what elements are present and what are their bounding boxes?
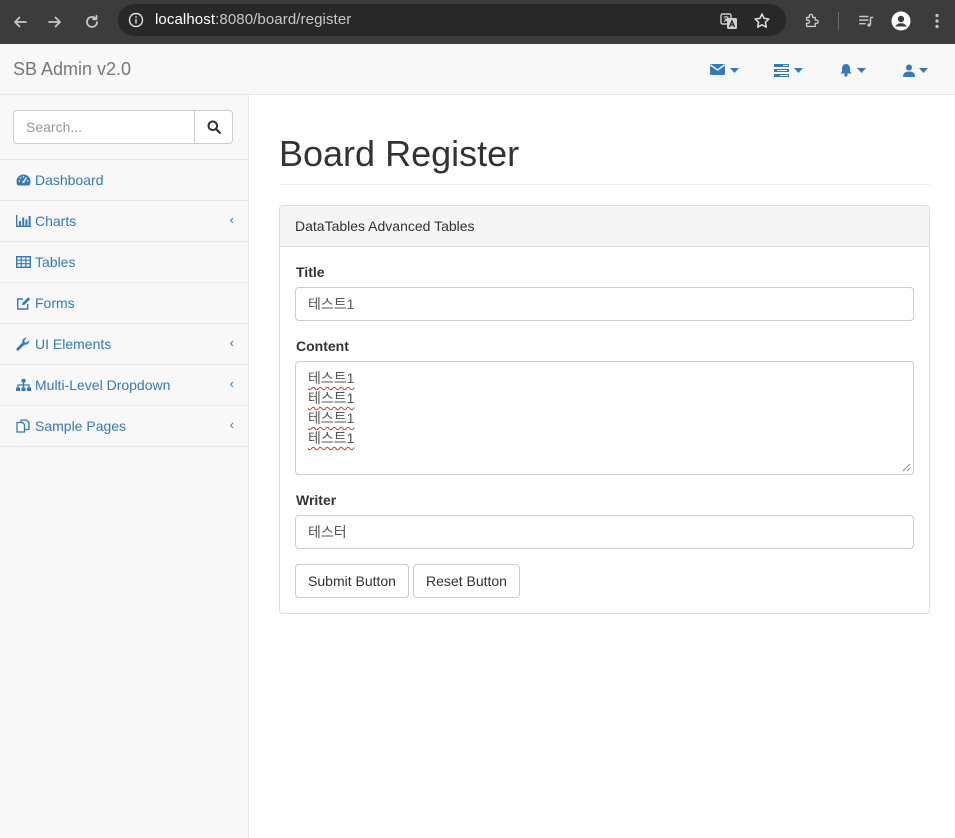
chevron-left-icon: ‹	[229, 376, 234, 391]
content-line: 테스트1	[308, 390, 355, 406]
brand-title[interactable]: SB Admin v2.0	[13, 59, 131, 80]
alerts-dropdown[interactable]	[839, 62, 866, 78]
profile-icon[interactable]	[891, 11, 911, 31]
submit-button[interactable]: Submit Button	[295, 564, 409, 598]
chevron-left-icon: ‹	[229, 335, 234, 350]
content-line: 테스트1	[308, 370, 355, 386]
files-icon	[15, 419, 31, 433]
sidebar-item-label: Charts	[35, 213, 77, 229]
browser-toolbar: localhost:8080/board/register	[0, 0, 955, 44]
register-panel: DataTables Advanced Tables Title 테스트1 Co…	[279, 205, 930, 614]
forward-icon[interactable]	[42, 9, 68, 35]
table-icon	[15, 255, 31, 269]
sidebar-search	[13, 110, 233, 144]
reload-icon[interactable]	[79, 9, 105, 35]
sidebar-item-label: Forms	[35, 295, 75, 311]
title-input-value: 테스트1	[308, 296, 355, 312]
more-menu-icon[interactable]	[927, 11, 947, 31]
title-input[interactable]: 테스트1	[295, 287, 914, 321]
page-title: Board Register	[279, 133, 520, 174]
chevron-left-icon: ‹	[229, 212, 234, 227]
site-info-icon[interactable]	[128, 12, 144, 28]
toolbar-divider	[838, 12, 839, 30]
sidebar-item-label: Multi-Level Dropdown	[35, 377, 171, 393]
content-textarea[interactable]: 테스트1 테스트1 테스트1 테스트1	[295, 361, 914, 475]
sidebar-item-multi-level-dropdown[interactable]: Multi-Level Dropdown ‹	[0, 365, 248, 406]
reset-button[interactable]: Reset Button	[413, 564, 520, 598]
writer-input-value: 테스터	[308, 524, 347, 540]
search-input[interactable]	[13, 110, 195, 144]
sidebar-menu: Dashboard Charts ‹ Tables Forms UI Eleme…	[0, 159, 248, 447]
content-line: 테스트1	[308, 430, 355, 446]
messages-dropdown[interactable]	[710, 62, 739, 78]
caret-down-icon	[794, 67, 803, 73]
bookmark-star-icon[interactable]	[753, 12, 771, 30]
sidebar-item-label: Tables	[35, 254, 76, 270]
sidebar-item-tables[interactable]: Tables	[0, 242, 248, 283]
user-dropdown[interactable]	[903, 62, 928, 78]
writer-input[interactable]: 테스터	[295, 515, 914, 549]
user-icon	[903, 64, 915, 77]
sidebar: Dashboard Charts ‹ Tables Forms UI Eleme…	[0, 95, 249, 838]
content-line: 테스트1	[308, 410, 355, 426]
writer-label: Writer	[296, 492, 337, 508]
back-icon[interactable]	[7, 9, 33, 35]
chevron-left-icon: ‹	[229, 417, 234, 432]
extensions-icon[interactable]	[802, 11, 822, 31]
search-icon	[207, 120, 221, 134]
url-text: localhost:8080/board/register	[155, 11, 352, 28]
bell-icon	[840, 64, 852, 77]
sidebar-item-label: Dashboard	[35, 172, 104, 188]
bar-chart-icon	[15, 214, 31, 228]
translate-icon[interactable]	[720, 12, 738, 30]
tasks-dropdown[interactable]	[774, 62, 803, 78]
sidebar-item-label: UI Elements	[35, 336, 112, 352]
edit-icon	[15, 296, 31, 310]
sidebar-item-ui-elements[interactable]: UI Elements ‹	[0, 324, 248, 365]
address-bar[interactable]: localhost:8080/board/register	[118, 4, 786, 36]
dashboard-icon	[15, 173, 31, 187]
title-label: Title	[296, 264, 325, 280]
sidebar-item-charts[interactable]: Charts ‹	[0, 201, 248, 242]
sidebar-item-forms[interactable]: Forms	[0, 283, 248, 324]
panel-heading: DataTables Advanced Tables	[280, 206, 929, 247]
media-controls-icon[interactable]	[856, 11, 876, 31]
content-label: Content	[296, 338, 349, 354]
caret-down-icon	[857, 67, 866, 73]
sidebar-item-sample-pages[interactable]: Sample Pages ‹	[0, 406, 248, 447]
caret-down-icon	[919, 67, 928, 73]
top-navbar: SB Admin v2.0	[0, 44, 955, 95]
resize-handle-icon[interactable]	[902, 463, 911, 472]
caret-down-icon	[730, 67, 739, 73]
tasks-icon	[774, 63, 789, 77]
sidebar-item-label: Sample Pages	[35, 418, 127, 434]
wrench-icon	[15, 337, 31, 351]
title-divider	[279, 184, 930, 185]
search-button[interactable]	[194, 110, 233, 144]
envelope-icon	[710, 64, 725, 75]
sidebar-item-dashboard[interactable]: Dashboard	[0, 160, 248, 201]
sitemap-icon	[15, 378, 31, 392]
